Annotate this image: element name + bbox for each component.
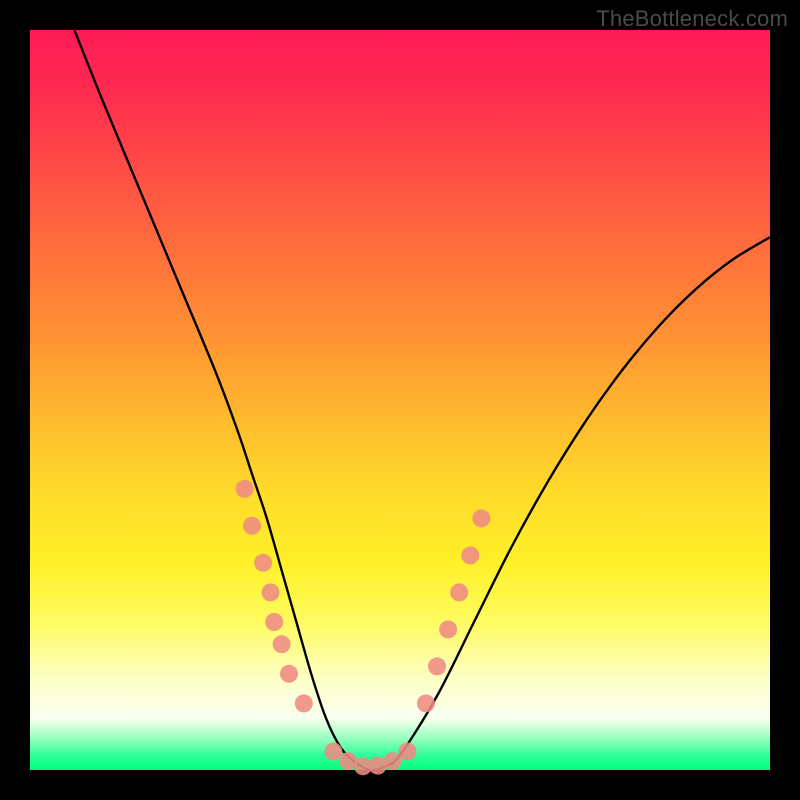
marker-dot xyxy=(273,635,291,653)
marker-dot xyxy=(295,694,313,712)
marker-dot xyxy=(428,657,446,675)
chart-svg xyxy=(30,30,770,770)
watermark-text: TheBottleneck.com xyxy=(596,6,788,32)
marker-dots xyxy=(236,480,491,776)
marker-dot xyxy=(472,509,490,527)
marker-dot xyxy=(254,554,272,572)
marker-dot xyxy=(280,665,298,683)
chart-frame: TheBottleneck.com xyxy=(0,0,800,800)
bottleneck-curve xyxy=(74,30,770,770)
marker-dot xyxy=(236,480,254,498)
plot-area xyxy=(30,30,770,770)
marker-dot xyxy=(262,583,280,601)
marker-dot xyxy=(398,743,416,761)
marker-dot xyxy=(324,743,342,761)
marker-dot xyxy=(384,752,402,770)
marker-dot xyxy=(461,546,479,564)
marker-dot xyxy=(265,613,283,631)
marker-dot xyxy=(450,583,468,601)
marker-dot xyxy=(243,517,261,535)
marker-dot xyxy=(439,620,457,638)
marker-dot xyxy=(417,694,435,712)
